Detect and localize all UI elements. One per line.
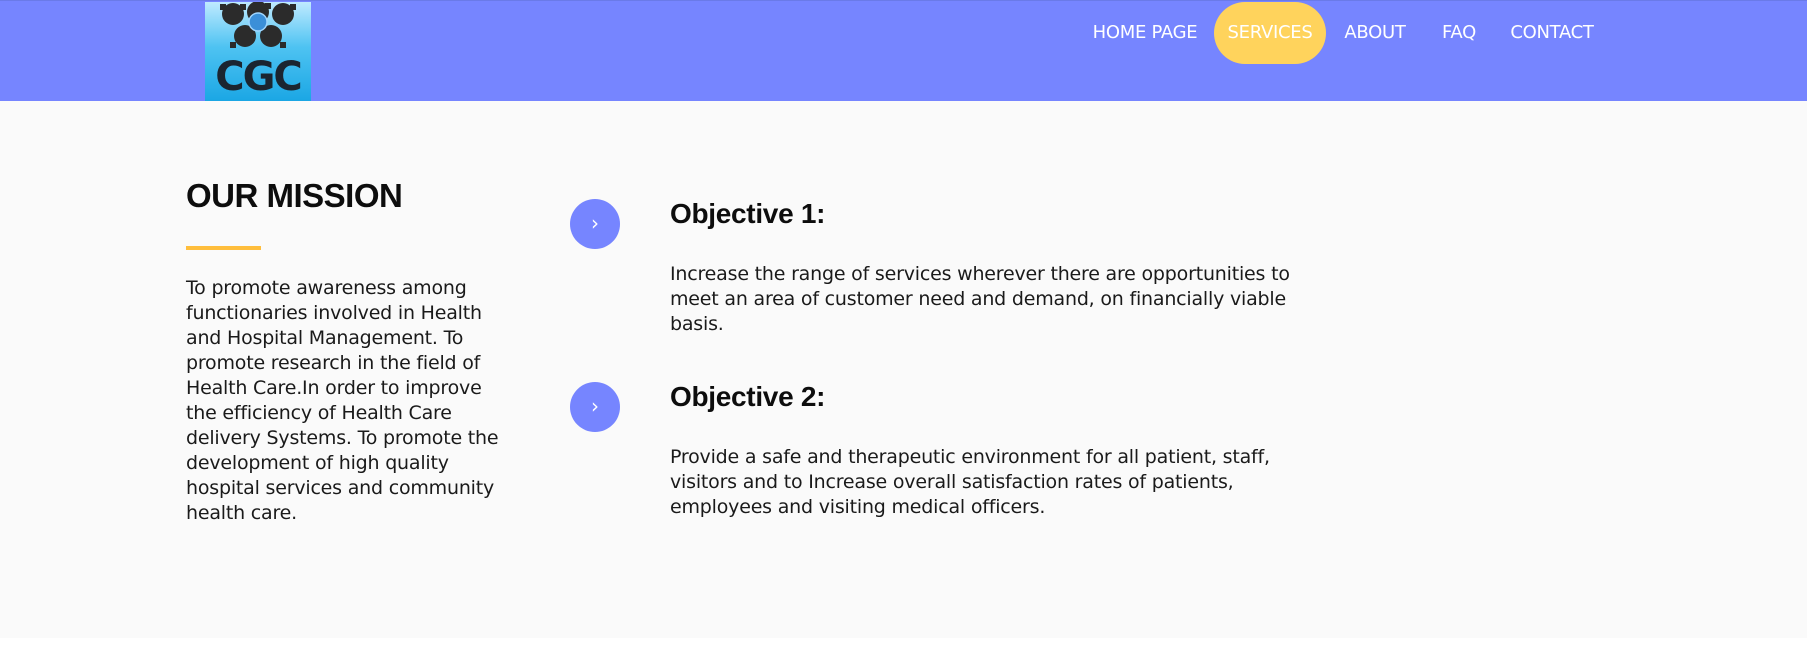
nav-services[interactable]: SERVICES xyxy=(1214,2,1326,64)
chevron-right-icon: › xyxy=(591,211,599,235)
objective-1-title: Objective 1: xyxy=(670,198,826,229)
objective-1-text: Increase the range of services wherever … xyxy=(670,263,1290,335)
objective-2-title: Objective 2: xyxy=(670,381,826,412)
mission-section: OUR MISSION To promote awareness among f… xyxy=(0,101,1807,638)
nav-faq[interactable]: FAQ xyxy=(1434,1,1484,65)
nav-contact[interactable]: CONTACT xyxy=(1506,1,1598,65)
title-underline xyxy=(186,246,261,250)
objective-2-text: Provide a safe and therapeutic environme… xyxy=(670,446,1270,518)
nav-about[interactable]: ABOUT xyxy=(1338,1,1412,65)
mission-title: OUR MISSION xyxy=(186,177,403,214)
chevron-right-icon: › xyxy=(591,394,599,418)
nav-home[interactable]: HOME PAGE xyxy=(1090,1,1200,65)
objective-2-chevron-button[interactable]: › xyxy=(570,382,620,432)
main-nav: HOME PAGE SERVICES ABOUT FAQ CONTACT xyxy=(0,1,1807,65)
objective-1-chevron-button[interactable]: › xyxy=(570,199,620,249)
top-navbar: CGC HOME PAGE SERVICES ABOUT FAQ CONTACT xyxy=(0,0,1807,102)
mission-text: To promote awareness among functionaries… xyxy=(186,277,499,524)
